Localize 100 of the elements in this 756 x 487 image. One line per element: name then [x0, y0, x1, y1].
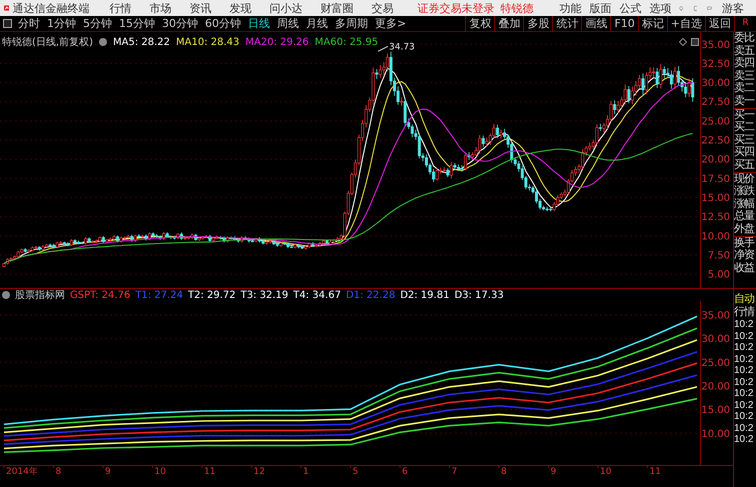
indicator-legend-label: GSPT: 24.76 — [70, 290, 130, 300]
quote-field-label: 卖四 — [734, 57, 755, 70]
period-tab[interactable]: 15分钟 — [119, 16, 155, 31]
auto-label[interactable]: 自动 — [734, 292, 756, 306]
market-label: 行情 — [734, 305, 756, 320]
menu-item[interactable]: 行情 — [109, 0, 132, 16]
quote-field-label: 卖三 — [734, 70, 756, 82]
quote-field-label: 买四 — [734, 146, 755, 159]
price-axis-label: 20.00 — [701, 154, 730, 166]
period-tab[interactable]: 5分钟 — [83, 16, 112, 31]
toolbar-button[interactable]: 统计 — [552, 16, 582, 31]
peak-price-label: 34.73 — [389, 42, 415, 52]
indicator-legend-label: T3: 32.19 — [240, 290, 288, 300]
x-axis-label: 10 — [154, 467, 166, 475]
user-label[interactable]: 游客 — [722, 0, 744, 16]
x-axis-label: 1 — [303, 467, 309, 475]
menu-item[interactable]: 市场 — [149, 0, 172, 16]
quote-field-label: 净资 — [734, 249, 756, 262]
indicator-legend-label: D2: 19.81 — [400, 290, 450, 300]
period-tab[interactable]: 30分钟 — [162, 16, 198, 31]
menu-item[interactable]: 公式 — [619, 0, 642, 16]
x-axis-label: 11 — [204, 467, 216, 475]
menu-item[interactable]: 问小达 — [269, 0, 302, 16]
toolbar-button[interactable]: 画线 — [581, 16, 610, 31]
ma-legend-label: MA60: 25.95 — [314, 36, 378, 48]
toolbar-button[interactable]: 返回 — [705, 16, 734, 31]
x-axis-label: 9 — [105, 467, 111, 475]
quote-field-label: 买二 — [734, 121, 756, 134]
period-tab[interactable]: 分时 — [18, 16, 40, 31]
period-tab[interactable]: 周线 — [277, 16, 299, 31]
period-tab[interactable]: 多周期 — [335, 16, 368, 31]
quote-field-label: 涨跌 — [734, 185, 756, 198]
toolbar-button[interactable]: 复权 — [465, 16, 494, 31]
app-title: 通达信金融终端 — [12, 0, 90, 16]
period-tab[interactable]: 日线 — [248, 16, 270, 31]
toolbar-button[interactable]: F10 — [610, 16, 638, 31]
indicator-legend-label: D3: 17.33 — [454, 290, 504, 300]
quote-field-label: 现价 — [734, 172, 756, 186]
axis-tick-label: 30.00 — [701, 334, 730, 346]
menu-item[interactable]: 功能 — [559, 0, 582, 16]
quote-field-label: 涨幅 — [734, 198, 756, 210]
x-axis-label: 8 — [501, 467, 507, 475]
tick-time: 10:2 — [734, 434, 754, 446]
menu-item[interactable]: 交易 — [371, 0, 394, 16]
ma-legend-label: MA5: 28.22 — [112, 36, 170, 48]
price-axis-label: 32.50 — [701, 58, 730, 70]
ma-legend-label: MA20: 29.26 — [245, 36, 309, 48]
period-tab[interactable]: 更多> — [375, 16, 406, 31]
tick-time: 10:2 — [734, 376, 754, 388]
period-tab[interactable]: 1分钟 — [47, 16, 76, 31]
x-axis-label: 5 — [352, 467, 358, 475]
quote-field-label: 收益 — [734, 262, 756, 274]
menu-item[interactable]: 发现 — [229, 0, 252, 16]
toolbar-button[interactable]: 叠加 — [494, 16, 524, 31]
price-axis-label: 22.50 — [701, 136, 730, 147]
axis-tick-label: 15.00 — [701, 405, 730, 416]
price-axis-label: 35.00 — [701, 40, 730, 51]
quote-field-label: 买五 — [734, 158, 756, 172]
menu-item[interactable]: 版面 — [589, 0, 612, 16]
tick-time: 10:2 — [734, 354, 754, 366]
tick-time: 10:2 — [734, 411, 754, 423]
quote-field-label: 卖五 — [734, 44, 756, 57]
menu-item[interactable]: 选项 — [649, 0, 672, 16]
axis-tick-label: 35.00 — [701, 310, 730, 322]
corner-label: R — [734, 16, 756, 31]
login-notice[interactable]: 证券交易未登录 — [417, 0, 494, 16]
price-axis-label: 17.50 — [701, 174, 730, 185]
period-tab[interactable]: 月线 — [306, 16, 328, 31]
chart-title: 特锐德(日线,前复权) — [2, 36, 93, 49]
tick-time: 10:2 — [734, 330, 754, 342]
quote-field-label: 卖二 — [734, 82, 756, 95]
indicator-title: 股票指标网 — [15, 288, 65, 302]
x-axis-label: 10 — [600, 467, 612, 475]
menu-item[interactable]: 财富圈 — [320, 0, 354, 16]
x-axis-label: 9 — [550, 467, 556, 475]
price-axis-label: 27.50 — [701, 97, 730, 108]
quote-field-label: 换手 — [734, 236, 756, 250]
indicator-legend-label: T2: 29.72 — [188, 290, 236, 300]
price-axis-label: 25.00 — [701, 116, 730, 128]
toolbar-button[interactable]: 标记 — [638, 16, 667, 31]
period-tab[interactable]: 60分钟 — [205, 16, 241, 31]
x-axis-label: 8 — [56, 467, 62, 475]
tick-time: 10:2 — [734, 319, 754, 331]
menu-item[interactable]: 资讯 — [189, 0, 212, 16]
tick-time: 10:2 — [734, 388, 754, 400]
toolbar-button[interactable]: 多股 — [523, 16, 552, 31]
toolbar-button[interactable]: +自选 — [666, 16, 705, 31]
axis-tick-label: 20.00 — [701, 381, 730, 392]
axis-tick-label: 25.00 — [701, 358, 730, 369]
quote-field-label: 总量 — [734, 210, 756, 223]
price-axis-label: 12.50 — [701, 212, 730, 224]
tick-time: 10:2 — [734, 342, 754, 354]
stock-link[interactable]: 特锐德 — [500, 0, 534, 16]
quote-field-label: 买三 — [734, 134, 756, 146]
price-axis-label: 15.00 — [701, 193, 730, 204]
price-axis-label: 5.00 — [708, 270, 730, 281]
axis-tick-label: 10.00 — [701, 428, 730, 440]
tick-time: 10:2 — [734, 422, 754, 434]
indicator-legend-label: T1: 27.24 — [135, 290, 183, 300]
price-axis-label: 30.00 — [701, 78, 730, 90]
